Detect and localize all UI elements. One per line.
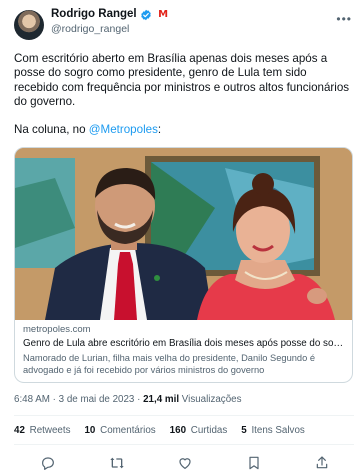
paragraph-suffix: : <box>157 122 162 136</box>
tweet-stats: 42 Retweets 10 Comentários 160 Curtidas … <box>14 416 354 444</box>
tweet-paragraph-1: Com escritório aberto em Brasília apenas… <box>14 52 350 109</box>
display-name[interactable]: Rodrigo Rangel <box>51 8 137 21</box>
tweet-paragraph-2: Na coluna, no @Metropoles: <box>14 123 352 137</box>
avatar[interactable] <box>14 10 44 40</box>
timestamp[interactable]: 6:48 AM · 3 de mai de 2023 <box>14 394 134 405</box>
comments-label: Comentários <box>100 425 156 437</box>
metropoles-mention-link[interactable]: @Metropoles <box>89 123 158 136</box>
saved-count: 5 <box>241 425 247 437</box>
card-domain: metropoles.com <box>23 324 91 336</box>
author-handle[interactable]: @rodrigo_rangel <box>51 23 170 35</box>
saved-stat[interactable]: 5 Itens Salvos <box>241 425 305 436</box>
card-description: Namorado de Lurian, filha mais velha do … <box>23 353 316 376</box>
share-icon[interactable] <box>314 455 330 471</box>
link-preview-card[interactable]: metropoles.com Genro de Lula abre escrit… <box>14 147 353 384</box>
metropoles-badge-icon: M <box>158 8 169 20</box>
reply-icon[interactable] <box>40 455 56 471</box>
retweets-stat[interactable]: 42 Retweets <box>14 425 70 436</box>
saved-label: Itens Salvos <box>251 425 305 437</box>
retweets-count: 42 <box>14 425 25 437</box>
tweet-text: Com escritório aberto em Brasília apenas… <box>14 52 352 137</box>
meta-separator: · <box>134 394 144 406</box>
verified-badge-icon <box>140 9 151 20</box>
paragraph-prefix: Na coluna, no <box>14 122 89 136</box>
comments-count: 10 <box>84 425 96 437</box>
action-bar <box>14 445 354 471</box>
tweet-header: Rodrigo Rangel M @rodrigo_rangel ••• <box>14 8 354 42</box>
views-label: Visualizações <box>181 394 242 406</box>
photo-illustration <box>15 148 352 321</box>
bookmark-icon[interactable] <box>246 455 262 471</box>
retweets-label: Retweets <box>29 425 71 437</box>
card-text: metropoles.com Genro de Lula abre escrit… <box>15 320 352 376</box>
more-options-icon[interactable]: ••• <box>336 12 352 26</box>
tweet: Rodrigo Rangel M @rodrigo_rangel ••• Com… <box>0 0 364 470</box>
views-count: 21,4 mil <box>143 394 180 406</box>
author-info: Rodrigo Rangel M @rodrigo_rangel <box>51 8 170 35</box>
comments-stat[interactable]: 10 Comentários <box>84 425 155 436</box>
retweet-icon[interactable] <box>109 455 125 471</box>
likes-stat[interactable]: 160 Curtidas <box>170 425 228 436</box>
card-image[interactable] <box>15 148 352 321</box>
likes-label: Curtidas <box>190 425 228 437</box>
heart-icon[interactable] <box>177 455 193 471</box>
tweet-meta: 6:48 AM · 3 de mai de 2023 · 21,4 mil Vi… <box>14 394 354 405</box>
card-title[interactable]: Genro de Lula abre escritório em Brasíli… <box>23 338 344 349</box>
likes-count: 160 <box>169 425 187 437</box>
name-row: Rodrigo Rangel M <box>51 8 170 21</box>
